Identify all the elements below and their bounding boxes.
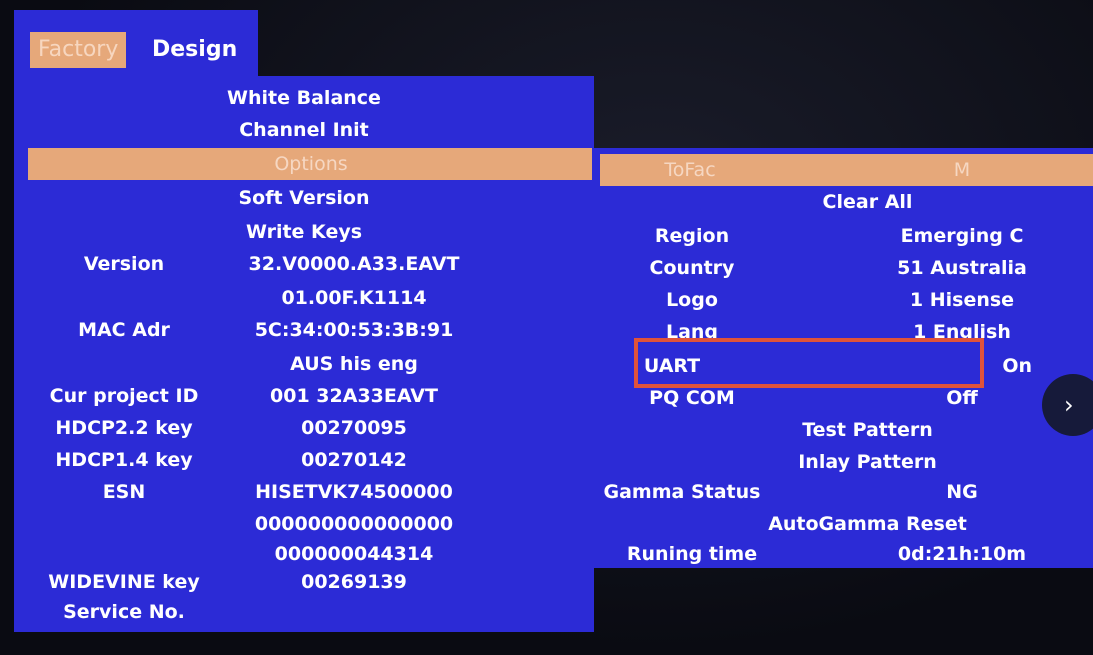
logo-value: 1 Hisense — [909, 289, 1015, 311]
esn-value: HISETVK74500000 — [255, 481, 453, 503]
option-clear-all[interactable]: Clear All — [592, 186, 1093, 218]
region-code-value: AUS his eng — [290, 353, 418, 375]
region-value: Emerging C — [900, 225, 1024, 247]
menu-item-white-balance[interactable]: White Balance — [14, 82, 594, 114]
widevine-value: 00269139 — [301, 571, 407, 593]
menu-item-options[interactable]: Options — [28, 148, 594, 180]
mac-value: 5C:34:00:53:3B:91 — [254, 319, 454, 341]
running-time-label: Runing time — [626, 543, 758, 565]
gamma-status-value: NG — [946, 481, 978, 503]
info-row-esn: ESN HISETVK74500000 — [14, 476, 594, 508]
tv-screen: Factory Design White Balance Channel Ini… — [0, 0, 1093, 655]
info-row-hdcp14: HDCP1.4 key 00270142 — [14, 444, 594, 476]
project-value: 001 32A33EAVT — [270, 385, 438, 407]
running-time-value: 0d:21h:10m — [897, 543, 1027, 565]
info-row-esn-2: 000000000000000 — [14, 508, 594, 540]
region-label: Region — [654, 225, 730, 247]
tofac-label: ToFac — [664, 159, 716, 181]
menu-item-write-keys[interactable]: Write Keys — [14, 216, 594, 248]
info-row-mac: MAC Adr 5C:34:00:53:3B:91 — [14, 314, 594, 346]
menu-item-channel-init[interactable]: Channel Init — [14, 114, 594, 146]
logo-label: Logo — [666, 289, 718, 311]
version-value: 32.V0000.A33.EAVT — [248, 253, 460, 275]
esn-value-2: 000000000000000 — [254, 513, 454, 535]
version-label: Version — [83, 253, 165, 275]
factory-menu-panel: White Balance Channel Init Options Soft … — [14, 76, 594, 632]
version-value-2: 01.00F.K1114 — [281, 287, 427, 309]
option-running-time: Runing time 0d:21h:10m — [592, 538, 1093, 570]
info-row-project: Cur project ID 001 32A33EAVT — [14, 380, 594, 412]
service-label: Service No. — [63, 601, 185, 623]
esn-label: ESN — [102, 481, 146, 503]
country-value: 51 Australia — [897, 257, 1027, 279]
info-row-version: Version 32.V0000.A33.EAVT — [14, 248, 594, 280]
option-country[interactable]: Country 51 Australia — [592, 252, 1093, 284]
tofac-value: M — [953, 159, 971, 181]
tab-factory[interactable]: Factory — [30, 32, 127, 68]
hdcp14-label: HDCP1.4 key — [55, 449, 193, 471]
gamma-status-label: Gamma Status — [603, 481, 761, 503]
option-region[interactable]: Region Emerging C — [592, 220, 1093, 252]
project-label: Cur project ID — [49, 385, 199, 407]
option-inlay-pattern[interactable]: Inlay Pattern — [592, 446, 1093, 478]
info-row-version-2: 01.00F.K1114 — [14, 282, 594, 314]
hdcp22-label: HDCP2.2 key — [55, 417, 193, 439]
hdcp14-value: 00270142 — [301, 449, 407, 471]
tab-bar: Factory Design — [14, 10, 258, 76]
chevron-right-icon: › — [1064, 391, 1074, 419]
uart-highlight-callout — [634, 338, 984, 388]
tab-design[interactable]: Design — [144, 32, 245, 68]
option-gamma-status[interactable]: Gamma Status NG — [592, 476, 1093, 508]
option-tofac[interactable]: ToFac M — [600, 154, 1093, 186]
info-row-widevine: WIDEVINE key 00269139 — [14, 566, 594, 598]
option-logo[interactable]: Logo 1 Hisense — [592, 284, 1093, 316]
info-row-extra: AUS his eng — [14, 348, 594, 380]
menu-item-soft-version[interactable]: Soft Version — [14, 182, 594, 214]
option-test-pattern[interactable]: Test Pattern — [592, 414, 1093, 446]
widevine-label: WIDEVINE key — [48, 571, 200, 593]
country-label: Country — [649, 257, 735, 279]
hdcp22-value: 00270095 — [301, 417, 407, 439]
info-row-service: Service No. — [14, 596, 594, 628]
info-row-hdcp22: HDCP2.2 key 00270095 — [14, 412, 594, 444]
mac-label: MAC Adr — [78, 319, 170, 341]
option-autogamma-reset[interactable]: AutoGamma Reset — [592, 508, 1093, 540]
